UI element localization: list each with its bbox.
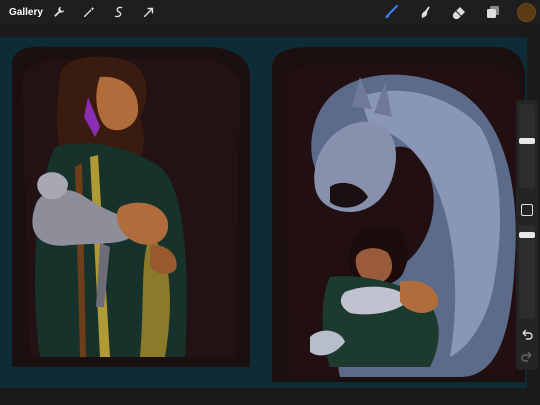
selection-icon[interactable] (111, 4, 127, 20)
drawing-canvas[interactable] (0, 37, 527, 388)
brush-icon[interactable] (381, 2, 401, 22)
transform-arrow-icon[interactable] (141, 4, 157, 20)
brush-size-slider[interactable] (519, 104, 535, 188)
brush-size-thumb[interactable] (519, 138, 535, 144)
right-tool-group (367, 0, 540, 24)
eraser-icon[interactable] (449, 2, 469, 22)
top-toolbar: Gallery (0, 0, 540, 24)
left-panel-woman-with-lamb (11, 46, 250, 368)
wrench-icon[interactable] (51, 4, 67, 20)
layers-icon[interactable] (483, 2, 503, 22)
undo-icon[interactable] (520, 328, 534, 342)
opacity-slider[interactable] (519, 225, 535, 319)
magic-wand-icon[interactable] (81, 4, 97, 20)
redo-icon[interactable] (520, 350, 534, 364)
color-swatch-button[interactable] (517, 2, 536, 22)
side-controls (516, 100, 538, 370)
smudge-icon[interactable] (415, 2, 435, 22)
canvas-area (0, 24, 540, 405)
gallery-button[interactable]: Gallery (9, 7, 43, 18)
modify-square-button[interactable] (521, 204, 533, 216)
opacity-thumb[interactable] (519, 232, 535, 238)
right-panel-wolf-and-child (272, 47, 525, 382)
